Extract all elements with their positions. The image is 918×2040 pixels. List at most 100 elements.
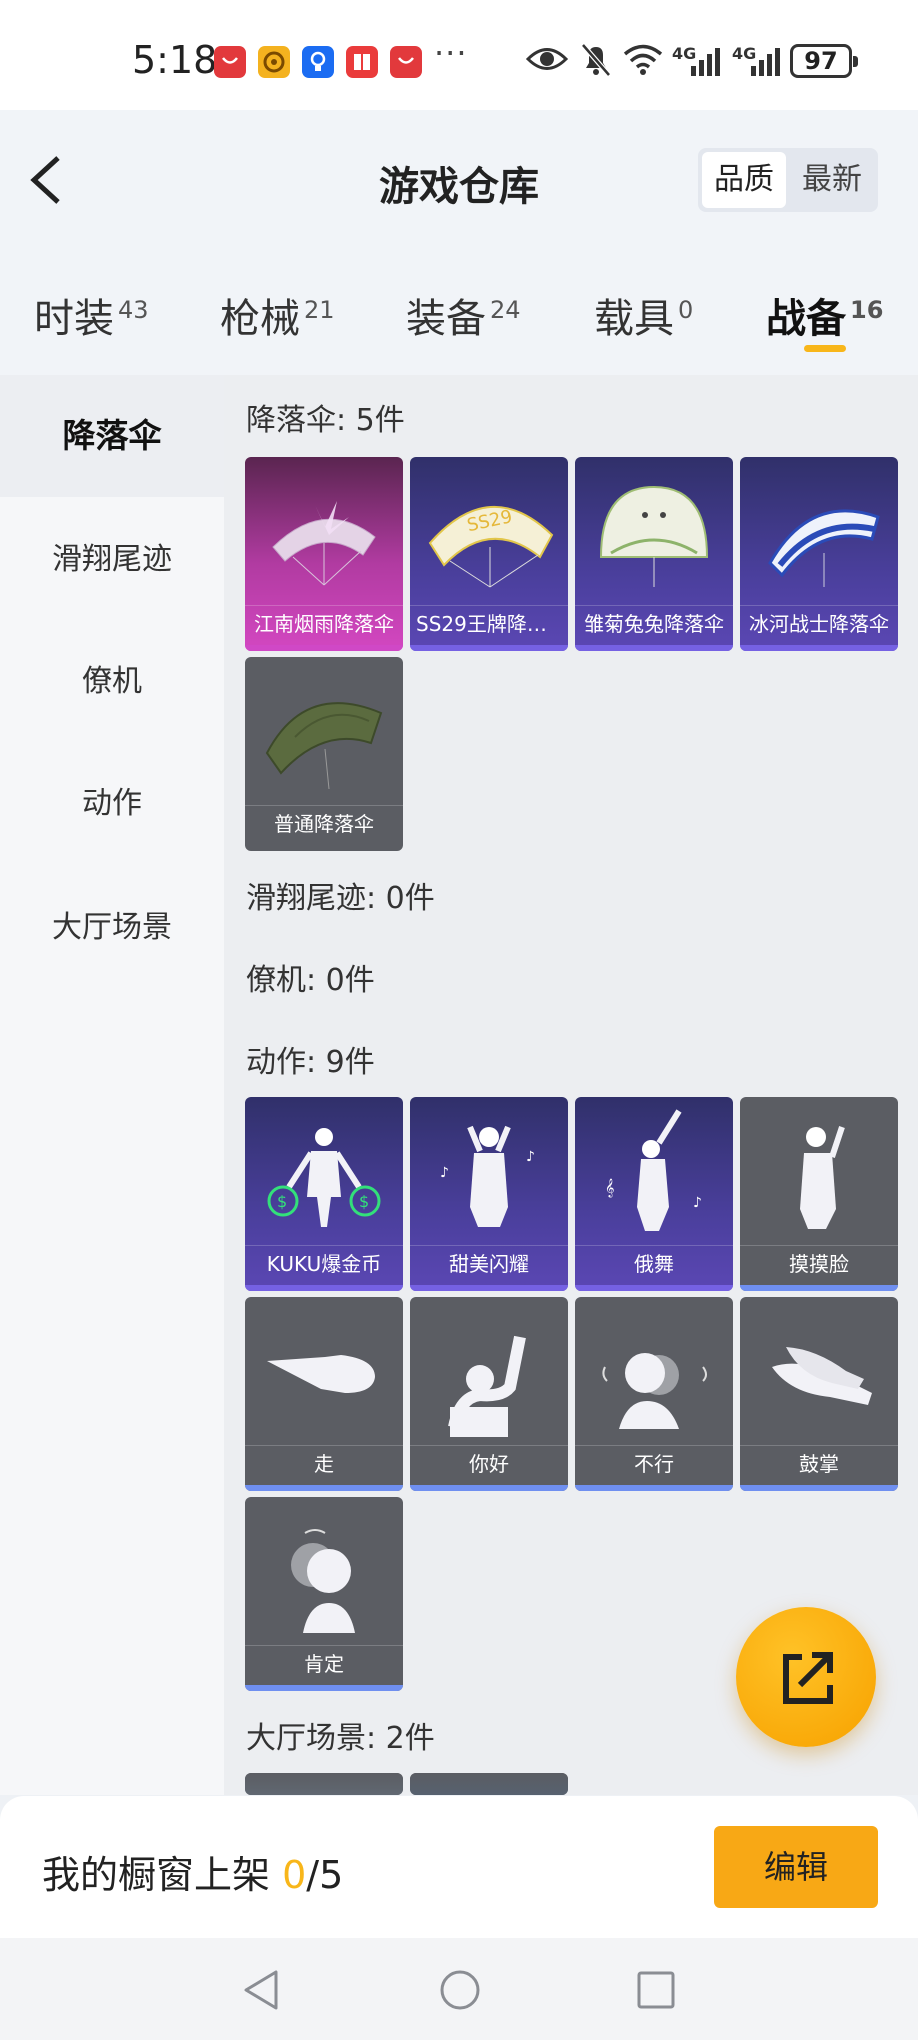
rarity-bar <box>245 1285 403 1291</box>
reader-icon <box>346 46 378 78</box>
header: 游戏仓库 品质 最新 <box>0 110 918 250</box>
emote-image: 𝄞♪ <box>605 1109 702 1231</box>
status-time: 5:18 <box>132 38 218 82</box>
share-button[interactable] <box>736 1607 876 1747</box>
item-card[interactable]: 肯定 <box>245 1497 403 1691</box>
showcase-total: /5 <box>306 1853 344 1897</box>
showcase-bar: 我的橱窗上架 0/5 编辑 <box>0 1796 918 1938</box>
sidebar-item-glide-trail[interactable]: 滑翔尾迹 <box>0 499 224 621</box>
rarity-bar <box>740 1285 898 1291</box>
sort-quality-button[interactable]: 品质 <box>702 152 786 208</box>
tab-count: 24 <box>490 296 521 324</box>
tab-readiness[interactable]: 战备 16 <box>766 286 883 344</box>
parachute-image <box>272 501 376 586</box>
rarity-bar <box>575 1285 733 1291</box>
share-edit-icon <box>783 1652 833 1704</box>
system-nav-bar <box>0 1938 918 2040</box>
svg-text:𝄞: 𝄞 <box>605 1178 614 1198</box>
emote-image <box>800 1126 845 1229</box>
parachute-image <box>768 509 880 587</box>
parachute-image <box>265 702 383 790</box>
item-card[interactable] <box>245 1773 403 1795</box>
app-screen: 5:18 ··· 4G 4G 97 游戏仓库 品质 最新 时装 43 枪械 21… <box>0 0 918 2040</box>
tab-count: 43 <box>118 296 149 324</box>
item-card[interactable]: 鼓掌 <box>740 1297 898 1491</box>
sidebar-item-emote[interactable]: 动作 <box>0 743 224 865</box>
tab-count: 0 <box>678 296 694 324</box>
emote-image <box>291 1529 355 1633</box>
svg-text:$: $ <box>277 1192 287 1211</box>
parachute-image: SS29 <box>428 505 554 588</box>
tab-label: 枪械 <box>220 296 300 342</box>
emote-image: $ $ <box>267 1128 381 1227</box>
item-label: KUKU爆金币 <box>245 1245 403 1281</box>
emote-image <box>772 1347 872 1405</box>
item-label: 俄舞 <box>575 1245 733 1281</box>
recents-square-icon[interactable] <box>634 1968 678 2012</box>
item-card[interactable]: ♪ ♪ 甜美闪耀 <box>410 1097 568 1291</box>
item-card[interactable]: 走 <box>245 1297 403 1491</box>
status-bar: 5:18 ··· 4G 4G 97 <box>0 0 918 110</box>
back-triangle-icon[interactable] <box>240 1968 284 2012</box>
more-notifications-icon: ··· <box>434 34 468 72</box>
tab-count: 21 <box>304 296 335 324</box>
emote-image <box>448 1335 526 1437</box>
sidebar-item-parachute[interactable]: 降落伞 <box>0 375 224 497</box>
item-label: 雏菊兔兔降落伞 <box>575 605 733 641</box>
item-label: 肯定 <box>245 1645 403 1681</box>
tab-equipment[interactable]: 装备 24 <box>406 286 521 344</box>
section-title-glide-trail: 滑翔尾迹: 0件 <box>246 881 435 916</box>
rarity-bar <box>575 1485 733 1491</box>
active-tab-indicator <box>804 345 846 352</box>
tab-label: 战备 <box>766 296 846 342</box>
tab-vehicles[interactable]: 载具 0 <box>594 286 693 344</box>
sidebar-item-lobby-scene[interactable]: 大厅场景 <box>0 867 224 989</box>
item-label: 摸摸脸 <box>740 1245 898 1281</box>
section-title-parachute: 降落伞: 5件 <box>246 403 405 438</box>
emote-image <box>267 1355 375 1393</box>
signal-icon <box>691 48 720 76</box>
rarity-bar <box>410 1485 568 1491</box>
svg-text:$: $ <box>359 1192 369 1211</box>
bulb-icon <box>302 46 334 78</box>
item-label: 你好 <box>410 1445 568 1481</box>
item-card[interactable]: 普通降落伞 <box>245 657 403 851</box>
home-circle-icon[interactable] <box>438 1968 482 2012</box>
item-card[interactable]: 江南烟雨降落伞 <box>245 457 403 651</box>
sidebar: 降落伞 滑翔尾迹 僚机 动作 大厅场景 <box>0 375 224 1795</box>
section-title-lobby-scene: 大厅场景: 2件 <box>246 1721 435 1756</box>
item-card[interactable]: 雏菊兔兔降落伞 <box>575 457 733 651</box>
section-title-emote: 动作: 9件 <box>246 1045 375 1080</box>
emote-image: ♪♪ <box>440 1125 535 1227</box>
item-card[interactable]: 冰河战士降落伞 <box>740 457 898 651</box>
tab-label: 时装 <box>34 296 114 342</box>
item-card[interactable] <box>410 1773 568 1795</box>
item-label: 甜美闪耀 <box>410 1245 568 1281</box>
item-card[interactable]: 不行 <box>575 1297 733 1491</box>
item-card[interactable]: 𝄞 ♪ 俄舞 <box>575 1097 733 1291</box>
sidebar-item-wingman[interactable]: 僚机 <box>0 621 224 743</box>
item-label: 走 <box>245 1445 403 1481</box>
tab-count: 16 <box>850 296 884 324</box>
eye-icon <box>526 48 568 70</box>
sort-toggle: 品质 最新 <box>698 148 878 212</box>
item-card[interactable]: 摸摸脸 <box>740 1097 898 1291</box>
tab-fashion[interactable]: 时装 43 <box>34 286 149 344</box>
sort-newest-button[interactable]: 最新 <box>790 152 874 208</box>
rarity-bar <box>245 645 403 651</box>
tab-guns[interactable]: 枪械 21 <box>220 286 335 344</box>
item-card[interactable]: 你好 <box>410 1297 568 1491</box>
item-card[interactable]: $ $ KUKU爆金币 <box>245 1097 403 1291</box>
item-label: SS29王牌降落伞 <box>410 605 568 641</box>
lobby-scene-image <box>410 1773 568 1795</box>
item-label: 鼓掌 <box>740 1445 898 1481</box>
parachute-image <box>599 485 709 587</box>
item-label: 普通降落伞 <box>245 805 403 841</box>
showcase-current: 0 <box>282 1853 307 1897</box>
edit-button[interactable]: 编辑 <box>714 1826 878 1908</box>
rarity-bar <box>740 645 898 651</box>
huawei-store-icon <box>390 46 422 78</box>
item-card[interactable]: SS29 SS29王牌降落伞 <box>410 457 568 651</box>
section-title-wingman: 僚机: 0件 <box>246 963 375 998</box>
huawei-store-icon <box>214 46 246 78</box>
